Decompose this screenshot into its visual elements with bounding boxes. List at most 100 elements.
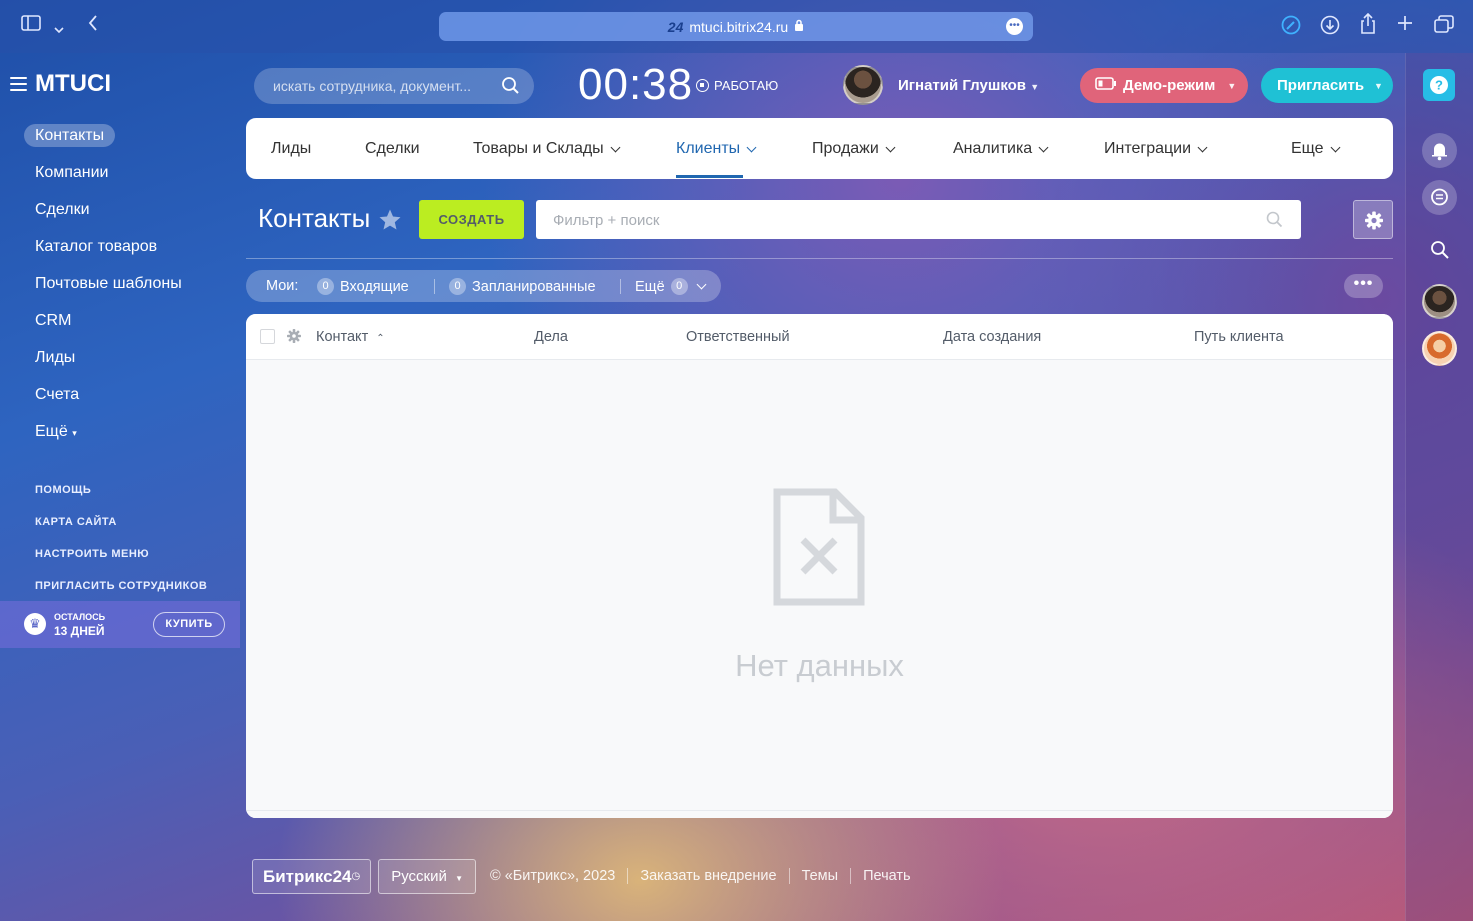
column-header-responsible[interactable]: Ответственный bbox=[686, 329, 790, 345]
divider bbox=[850, 868, 852, 884]
sidebar-item-companies[interactable]: Компании bbox=[24, 159, 224, 196]
counter-label: Ещё bbox=[635, 278, 665, 295]
divider bbox=[627, 868, 629, 884]
lock-icon bbox=[794, 19, 804, 35]
work-clock[interactable]: 00:38 bbox=[578, 60, 693, 110]
tab-products-warehouses[interactable]: Товары и Склады bbox=[473, 140, 621, 158]
sidebar-item-contacts[interactable]: Контакты bbox=[24, 122, 224, 159]
search-icon[interactable] bbox=[501, 76, 520, 100]
tab-analytics[interactable]: Аналитика bbox=[953, 140, 1049, 158]
help-button[interactable]: ? bbox=[1423, 69, 1455, 101]
invite-staff-link[interactable]: ПРИГЛАСИТЬ СОТРУДНИКОВ bbox=[35, 580, 207, 592]
sidebar-item-mail-templates[interactable]: Почтовые шаблоны bbox=[24, 270, 224, 307]
user-menu[interactable]: Игнатий Глушков ▼ bbox=[898, 77, 1039, 94]
chevron-down-icon[interactable] bbox=[54, 18, 64, 39]
sidebar-toggle-icon[interactable] bbox=[21, 15, 41, 36]
filter-input[interactable]: Фильтр + поиск bbox=[553, 212, 659, 229]
tab-label: Продажи bbox=[812, 140, 879, 157]
copyright-text: © «Битрикс», 2023 bbox=[489, 868, 616, 884]
tab-integrations[interactable]: Интеграции bbox=[1104, 140, 1208, 158]
menu-icon[interactable] bbox=[10, 77, 27, 91]
page-menu-icon[interactable]: ••• bbox=[1006, 18, 1023, 35]
tab-deals[interactable]: Сделки bbox=[365, 140, 420, 158]
gear-icon bbox=[1365, 211, 1383, 230]
buy-button[interactable]: КУПИТЬ bbox=[153, 612, 225, 637]
download-icon[interactable] bbox=[1320, 15, 1340, 40]
back-icon[interactable] bbox=[88, 15, 98, 36]
caret-down-icon: ▼ bbox=[455, 873, 463, 883]
select-all-checkbox[interactable] bbox=[260, 329, 275, 344]
counter-label: Запланированные bbox=[472, 278, 596, 295]
chevron-down-icon bbox=[885, 142, 896, 152]
avatar[interactable] bbox=[1422, 284, 1457, 319]
work-status[interactable]: РАБОТАЮ bbox=[696, 78, 778, 93]
avatar[interactable] bbox=[1422, 331, 1457, 366]
divider bbox=[246, 258, 1393, 259]
gear-icon[interactable] bbox=[286, 328, 302, 349]
app-logo[interactable]: MTUCI bbox=[10, 70, 111, 98]
empty-state-text: Нет данных bbox=[735, 648, 904, 683]
address-bar[interactable]: 24 mtuci.bitrix24.ru ••• bbox=[439, 12, 1033, 41]
invite-button[interactable]: Пригласить ▼ bbox=[1261, 68, 1393, 103]
bitrix24-logo[interactable]: Битрикс24◷ bbox=[252, 858, 372, 894]
order-implementation-link[interactable]: Заказать внедрение bbox=[640, 868, 776, 884]
tabs-overview-icon[interactable] bbox=[1434, 15, 1454, 38]
share-icon[interactable] bbox=[1359, 12, 1377, 40]
sitemap-link[interactable]: КАРТА САЙТА bbox=[35, 516, 117, 528]
print-link[interactable]: Печать bbox=[863, 868, 911, 884]
sidebar-item-catalog[interactable]: Каталог товаров bbox=[24, 233, 224, 270]
tab-clients[interactable]: Клиенты bbox=[676, 140, 757, 158]
sidebar-item-label: Лиды bbox=[35, 349, 76, 366]
counter-badge: 0 bbox=[670, 278, 688, 295]
counter-label: Входящие bbox=[340, 278, 409, 295]
user-avatar[interactable] bbox=[843, 65, 883, 105]
sidebar-item-label: Счета bbox=[35, 386, 80, 403]
grid-footer bbox=[246, 810, 1393, 818]
sidebar-item-invoices[interactable]: Счета bbox=[24, 381, 224, 418]
compass-icon[interactable] bbox=[1281, 15, 1301, 40]
tab-label: Интеграции bbox=[1104, 140, 1192, 157]
sidebar-item-deals[interactable]: Сделки bbox=[24, 196, 224, 233]
counter-badge: 0 bbox=[317, 278, 334, 295]
star-icon[interactable] bbox=[378, 208, 402, 236]
configure-menu-link[interactable]: НАСТРОИТЬ МЕНЮ bbox=[35, 548, 149, 560]
column-header-client-path[interactable]: Путь клиента bbox=[1194, 329, 1284, 345]
counter-planned[interactable]: 0 Запланированные bbox=[449, 278, 596, 295]
sidebar-item-more[interactable]: Ещё ▾ bbox=[24, 418, 224, 455]
search-icon[interactable] bbox=[1266, 211, 1283, 233]
counter-more[interactable]: Ещё 0 bbox=[635, 278, 707, 295]
tab-label: Еще bbox=[1291, 140, 1324, 157]
chevron-down-icon bbox=[746, 142, 757, 152]
chat-button[interactable] bbox=[1422, 180, 1457, 215]
tab-sales[interactable]: Продажи bbox=[812, 140, 896, 158]
search-input[interactable]: искать сотрудника, документ... bbox=[273, 78, 471, 94]
global-search[interactable]: искать сотрудника, документ... bbox=[254, 68, 534, 104]
themes-link[interactable]: Темы bbox=[802, 868, 839, 884]
user-name-label: Игнатий Глушков bbox=[898, 77, 1027, 94]
language-select[interactable]: Русский ▼ bbox=[378, 858, 476, 894]
chevron-down-icon bbox=[610, 142, 621, 152]
column-header-activities[interactable]: Дела bbox=[534, 329, 568, 345]
sidebar-item-leads[interactable]: Лиды bbox=[24, 344, 224, 381]
new-tab-icon[interactable] bbox=[1397, 15, 1413, 36]
create-button[interactable]: СОЗДАТЬ bbox=[419, 200, 524, 239]
settings-button[interactable] bbox=[1353, 200, 1393, 239]
counter-incoming[interactable]: 0 Входящие bbox=[317, 278, 409, 295]
filter-search[interactable]: Фильтр + поиск bbox=[536, 200, 1301, 239]
contacts-grid: Контакт ⌃ Дела Ответственный Дата создан… bbox=[246, 314, 1393, 818]
notifications-button[interactable] bbox=[1422, 133, 1457, 168]
battery-icon bbox=[1095, 77, 1117, 94]
search-icon[interactable] bbox=[1430, 240, 1450, 265]
sidebar-item-crm[interactable]: CRM bbox=[24, 307, 224, 344]
help-link[interactable]: ПОМОЩЬ bbox=[35, 484, 91, 496]
column-header-contact[interactable]: Контакт ⌃ bbox=[316, 329, 385, 345]
more-actions-button[interactable]: ••• bbox=[1344, 274, 1383, 298]
tab-leads[interactable]: Лиды bbox=[271, 140, 311, 158]
tab-label: Товары и Склады bbox=[473, 140, 604, 157]
crm-top-menu: Лиды Сделки Товары и Склады Клиенты Прод… bbox=[246, 118, 1393, 179]
trial-days-left: 13 ДНЕЙ bbox=[54, 624, 105, 638]
stop-icon bbox=[696, 79, 709, 92]
column-header-created-date[interactable]: Дата создания bbox=[943, 329, 1041, 345]
tab-more[interactable]: Еще bbox=[1291, 140, 1341, 158]
demo-mode-button[interactable]: Демо-режим ▼ bbox=[1080, 68, 1248, 103]
